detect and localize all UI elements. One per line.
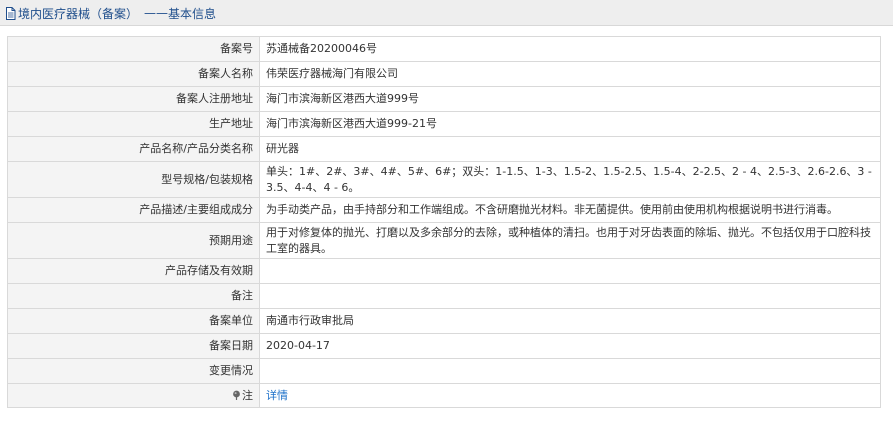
row-label: 预期用途 — [7, 222, 260, 259]
table-row-model-spec: 型号规格/包装规格 单头：1#、2#、3#、4#、5#、6#；双头：1-1.5、… — [7, 161, 881, 198]
row-label: 变更情况 — [7, 358, 260, 384]
note-value-cell: 详情 — [259, 383, 881, 408]
row-value — [259, 358, 881, 384]
table-row-storage-validity: 产品存储及有效期 — [7, 258, 881, 284]
row-label: 备注 — [7, 283, 260, 309]
table-row-filing-date: 备案日期 2020-04-17 — [7, 333, 881, 359]
row-label: 生产地址 — [7, 111, 260, 137]
title-text: 境内医疗器械（备案） — [18, 6, 139, 21]
row-value: 苏通械备20200046号 — [259, 36, 881, 62]
row-label: 备案人注册地址 — [7, 86, 260, 112]
table-row-intended-use: 预期用途 用于对修复体的抛光、打磨以及多余部分的去除，或种植体的清扫。也用于对牙… — [7, 222, 881, 259]
table-row-filing-unit: 备案单位 南通市行政审批局 — [7, 308, 881, 334]
row-label: 备案人名称 — [7, 61, 260, 87]
row-label: 产品描述/主要组成成分 — [7, 197, 260, 223]
row-value: 海门市滨海新区港西大道999-21号 — [259, 111, 881, 137]
table-row-note: 注 详情 — [7, 383, 881, 408]
note-label-cell: 注 — [7, 383, 260, 408]
row-value: 南通市行政审批局 — [259, 308, 881, 334]
table-row-product-description: 产品描述/主要组成成分 为手动类产品，由手持部分和工作端组成。不含研磨抛光材料。… — [7, 197, 881, 223]
row-label: 产品名称/产品分类名称 — [7, 136, 260, 162]
row-value: 2020-04-17 — [259, 333, 881, 359]
table-row-registrant-name: 备案人名称 伟荣医疗器械海门有限公司 — [7, 61, 881, 87]
row-value — [259, 258, 881, 284]
table-row-product-name: 产品名称/产品分类名称 研光器 — [7, 136, 881, 162]
row-value — [259, 283, 881, 309]
title-subtitle: 基本信息 — [168, 6, 217, 21]
row-value: 为手动类产品，由手持部分和工作端组成。不含研磨抛光材料。非无菌提供。使用前由使用… — [259, 197, 881, 223]
row-label: 产品存储及有效期 — [7, 258, 260, 284]
pin-icon — [232, 390, 241, 400]
page-title: 境内医疗器械（备案） —— 基本信息 — [5, 5, 216, 21]
row-label: 备案日期 — [7, 333, 260, 359]
row-value: 研光器 — [259, 136, 881, 162]
row-value: 海门市滨海新区港西大道999号 — [259, 86, 881, 112]
row-label: 备案号 — [7, 36, 260, 62]
table-row-record-number: 备案号 苏通械备20200046号 — [7, 36, 881, 62]
row-value: 单头：1#、2#、3#、4#、5#、6#；双头：1-1.5、1-3、1.5-2、… — [259, 161, 881, 198]
table-row-production-address: 生产地址 海门市滨海新区港西大道999-21号 — [7, 111, 881, 137]
table-row-change-status: 变更情况 — [7, 358, 881, 384]
table-row-registrant-address: 备案人注册地址 海门市滨海新区港西大道999号 — [7, 86, 881, 112]
row-label: 型号规格/包装规格 — [7, 161, 260, 198]
row-value: 用于对修复体的抛光、打磨以及多余部分的去除，或种植体的清扫。也用于对牙齿表面的除… — [259, 222, 881, 259]
row-label: 备案单位 — [7, 308, 260, 334]
document-icon — [5, 6, 16, 20]
details-link[interactable]: 详情 — [266, 389, 288, 402]
row-value: 伟荣医疗器械海门有限公司 — [259, 61, 881, 87]
title-bar: 境内医疗器械（备案） —— 基本信息 — [0, 0, 893, 26]
title-separator: —— — [144, 6, 169, 20]
note-label: 注 — [242, 388, 253, 402]
record-info-table: 备案号 苏通械备20200046号 备案人名称 伟荣医疗器械海门有限公司 备案人… — [7, 36, 881, 408]
table-row-remarks: 备注 — [7, 283, 881, 309]
